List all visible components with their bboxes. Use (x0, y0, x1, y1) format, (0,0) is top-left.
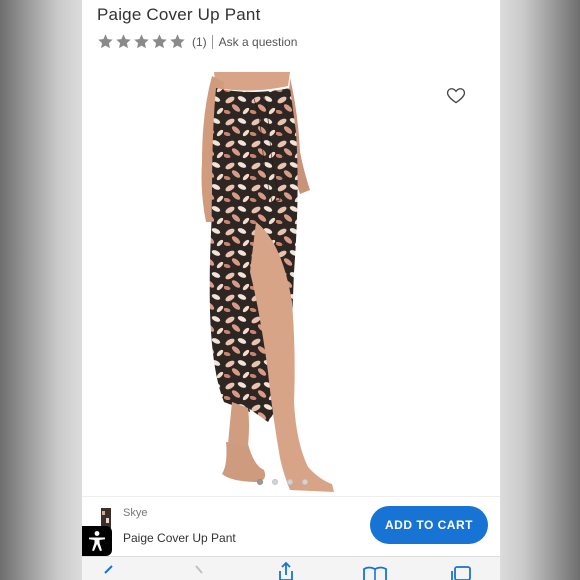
review-count[interactable]: (1) (192, 35, 207, 49)
back-arrow-icon[interactable] (102, 565, 116, 579)
star-icon (98, 34, 113, 49)
star-icon (116, 34, 131, 49)
tabs-icon[interactable] (450, 565, 472, 580)
product-title: Paige Cover Up Pant (97, 5, 261, 24)
image-carousel-indicator (257, 479, 308, 485)
star-icon (134, 34, 149, 49)
carousel-dot[interactable] (302, 479, 308, 485)
sticky-product-name: Paige Cover Up Pant (123, 531, 236, 545)
divider (211, 34, 213, 49)
browser-toolbar (82, 556, 500, 580)
phone-screen: Paige Cover Up Pant (1) Ask a question S… (82, 0, 500, 580)
share-icon[interactable] (276, 561, 296, 580)
ask-question-link[interactable]: Ask a question (219, 35, 298, 49)
accessibility-button[interactable] (82, 526, 112, 556)
brand-label: Skye (123, 507, 148, 519)
carousel-dot[interactable] (287, 479, 293, 485)
product-image[interactable] (172, 72, 442, 498)
carousel-dot[interactable] (257, 479, 263, 485)
bookmarks-icon[interactable] (362, 565, 388, 580)
forward-arrow-icon[interactable] (192, 565, 206, 579)
heart-outline-icon[interactable] (446, 85, 466, 105)
rating-row: (1) Ask a question (97, 33, 297, 50)
background-right-border (500, 0, 580, 580)
accessibility-icon (89, 531, 105, 551)
star-rating[interactable] (97, 33, 186, 50)
star-icon (152, 34, 167, 49)
carousel-dot[interactable] (272, 479, 278, 485)
add-to-cart-button[interactable]: ADD TO CART (370, 506, 488, 544)
background-left-border (0, 0, 82, 580)
star-icon (170, 34, 185, 49)
